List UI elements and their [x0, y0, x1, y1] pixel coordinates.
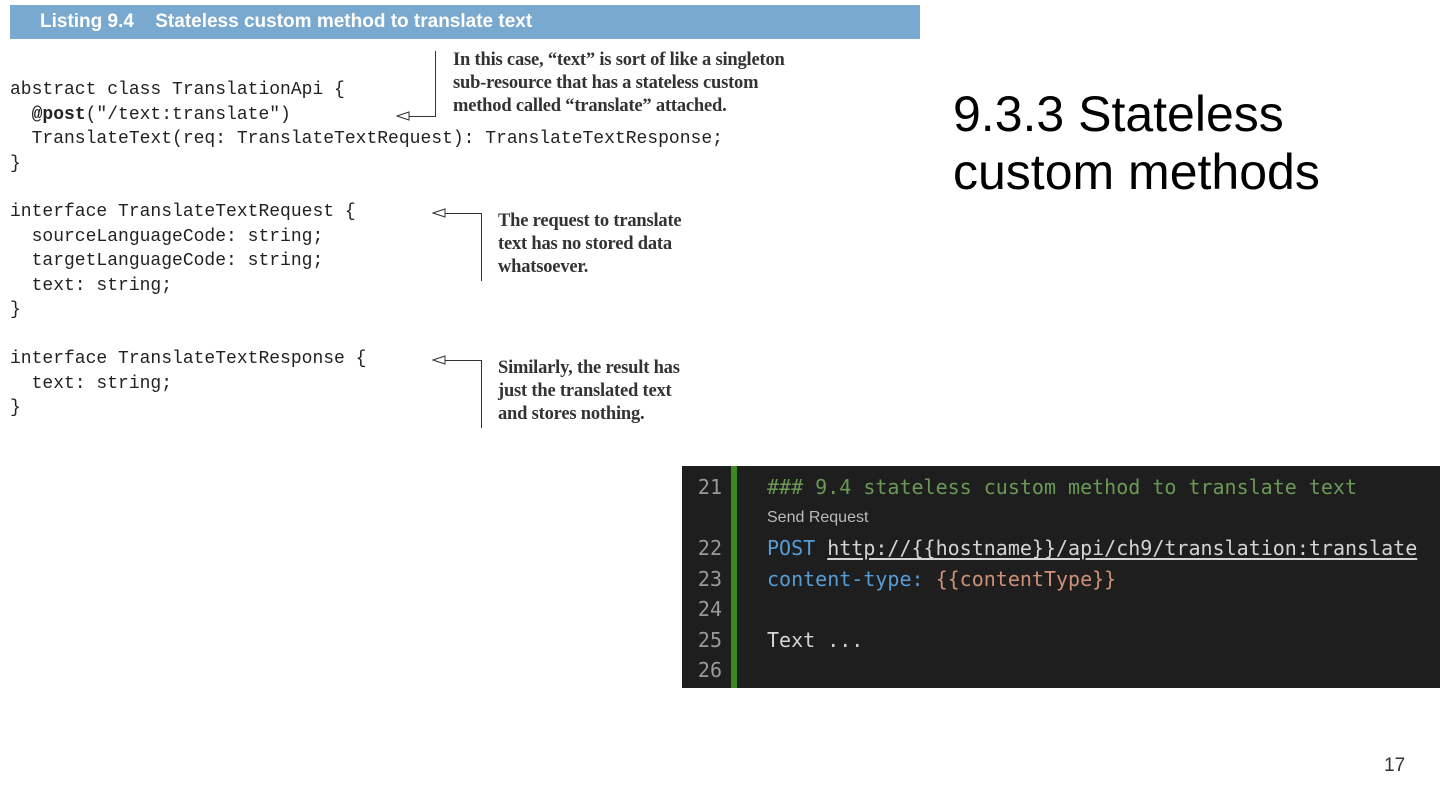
annotation-line: Similarly, the result has — [498, 358, 680, 378]
annotation-line: In this case, “text” is sort of like a s… — [453, 50, 785, 70]
editor-header-line: content-type: {{contentType}} — [767, 564, 1116, 594]
header-value: {{contentType}} — [935, 567, 1117, 591]
callout-line — [444, 213, 482, 214]
line-number: 26 — [697, 658, 722, 682]
line-number: 23 — [697, 567, 722, 591]
code-line: } — [10, 300, 21, 320]
line-number: 24 — [697, 597, 722, 621]
callout-arrow-icon — [432, 208, 446, 218]
code-line: @post("/text:translate") — [10, 103, 291, 128]
annotation-line: whatsoever. — [498, 257, 589, 277]
code-editor: 21 ### 9.4 stateless custom method to tr… — [682, 466, 1440, 688]
callout-line — [444, 360, 482, 361]
annotation-line: text has no stored data — [498, 234, 672, 254]
code-line: abstract class TranslationApi { — [10, 80, 345, 100]
code-line: sourceLanguageCode: string; — [10, 227, 324, 247]
annotation-line: The request to translate — [498, 211, 682, 231]
listing-label: Listing 9.4 — [40, 11, 134, 32]
callout-line — [435, 51, 436, 117]
callout-line — [481, 360, 482, 428]
code-line: TranslateText(req: TranslateTextRequest)… — [10, 129, 723, 149]
header-key: content-type: — [767, 567, 924, 591]
line-number: 22 — [697, 536, 722, 560]
listing-title: Stateless custom method to translate tex… — [155, 11, 533, 32]
slide-title-line: 9.3.3 Stateless — [953, 86, 1284, 142]
editor-line: 23 content-type: {{contentType}} — [682, 564, 1440, 594]
callout-line — [408, 116, 436, 117]
code-line: text: string; — [10, 276, 173, 296]
code-line: targetLanguageCode: string; — [10, 251, 324, 271]
annotation-line: and stores nothing. — [498, 404, 645, 424]
send-request-link[interactable]: Send Request — [767, 506, 868, 530]
editor-body: Text ... — [767, 628, 864, 652]
slide-title-line: custom methods — [953, 144, 1320, 200]
callout-line — [481, 213, 482, 281]
callout-arrow-icon — [396, 111, 410, 121]
editor-line: 24 — [682, 594, 1440, 624]
annotation-line: method called “translate” attached. — [453, 96, 727, 116]
line-number: 21 — [697, 475, 722, 499]
editor-line: 21 ### 9.4 stateless custom method to tr… — [682, 472, 1440, 502]
annotation-line: sub-resource that has a stateless custom — [453, 73, 759, 93]
editor-line: 25 Text ... — [682, 625, 1440, 655]
page-number: 17 — [1384, 755, 1406, 776]
editor-line: 22 POST http://{{hostname}}/api/ch9/tran… — [682, 533, 1440, 563]
editor-request-line: POST http://{{hostname}}/api/ch9/transla… — [767, 533, 1417, 563]
code-line: interface TranslateTextResponse { — [10, 349, 367, 369]
annotation-response: Similarly, the result has just the trans… — [498, 357, 680, 426]
code-decorator: @post — [31, 105, 86, 125]
code-line: text: string; — [10, 374, 173, 394]
line-number: 25 — [697, 628, 722, 652]
http-method: POST — [767, 536, 816, 560]
code-line: interface TranslateTextRequest { — [10, 202, 356, 222]
editor-line: 26 — [682, 655, 1440, 685]
code-line: } — [10, 154, 21, 174]
callout-arrow-icon — [432, 355, 446, 365]
listing-header: Listing 9.4 Stateless custom method to t… — [10, 5, 920, 39]
code-decorator-arg: ("/text:translate") — [85, 105, 291, 125]
request-url[interactable]: http://{{hostname}}/api/ch9/translation:… — [827, 536, 1417, 560]
slide-title: 9.3.3 Stateless custom methods — [953, 85, 1320, 201]
code-line: } — [10, 398, 21, 418]
annotation-line: just the translated text — [498, 381, 672, 401]
annotation-singleton: In this case, “text” is sort of like a s… — [453, 49, 785, 118]
annotation-request: The request to translate text has no sto… — [498, 210, 682, 279]
editor-comment: ### 9.4 stateless custom method to trans… — [767, 475, 1358, 499]
